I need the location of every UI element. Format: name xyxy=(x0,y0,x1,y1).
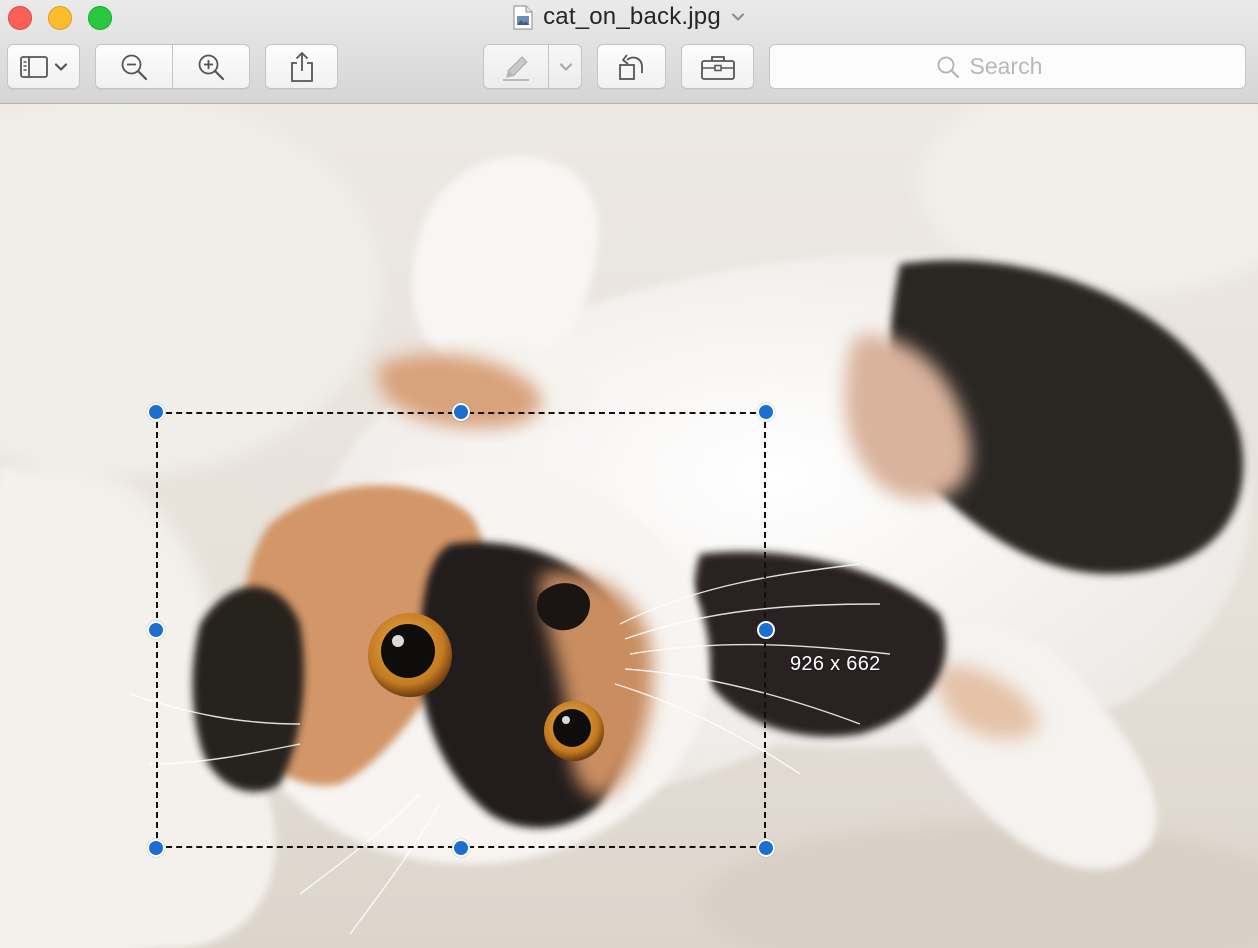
share-button[interactable] xyxy=(265,44,338,89)
zoom-in-button[interactable] xyxy=(173,44,250,89)
share-icon xyxy=(290,51,313,82)
rotate-left-icon xyxy=(618,53,643,80)
zoom-in-icon xyxy=(198,54,225,80)
chevron-down-icon[interactable] xyxy=(731,10,745,24)
toolbox-icon xyxy=(700,55,735,80)
selection-rectangle[interactable] xyxy=(156,412,766,848)
markup-button[interactable] xyxy=(483,44,582,89)
sidebar-toggle-button[interactable] xyxy=(7,44,80,89)
markup-pen-segment[interactable] xyxy=(484,45,548,88)
selection-size-label: 926 x 662 xyxy=(790,653,881,675)
selection-handle-top[interactable] xyxy=(452,403,470,421)
toolbox-button[interactable] xyxy=(681,44,754,89)
selection-handle-bottom[interactable] xyxy=(452,839,470,857)
selection-handle-bottom-right[interactable] xyxy=(757,839,775,857)
zoom-out-icon xyxy=(121,54,148,80)
zoom-out-button[interactable] xyxy=(95,44,173,89)
selection-handle-top-left[interactable] xyxy=(147,403,165,421)
sidebar-icon xyxy=(19,55,48,78)
chevron-down-icon xyxy=(54,62,67,71)
window-title-area: cat_on_back.jpg xyxy=(0,3,1258,33)
selection-handle-top-right[interactable] xyxy=(757,403,775,421)
rotate-button[interactable] xyxy=(597,44,666,89)
selection-handle-right[interactable] xyxy=(757,621,775,639)
window-toolbar: cat_on_back.jpg xyxy=(0,0,1258,104)
search-icon xyxy=(937,56,959,78)
image-viewer[interactable]: 926 x 662 xyxy=(0,104,1258,948)
window-title[interactable]: cat_on_back.jpg xyxy=(543,3,721,31)
pen-icon xyxy=(503,55,529,81)
selection-handle-left[interactable] xyxy=(147,621,165,639)
document-icon xyxy=(513,5,533,29)
search-field[interactable] xyxy=(769,44,1246,89)
markup-options-segment[interactable] xyxy=(549,45,582,88)
selection-handle-bottom-left[interactable] xyxy=(147,839,165,857)
search-input[interactable] xyxy=(969,53,1080,80)
chevron-down-icon xyxy=(559,62,572,71)
